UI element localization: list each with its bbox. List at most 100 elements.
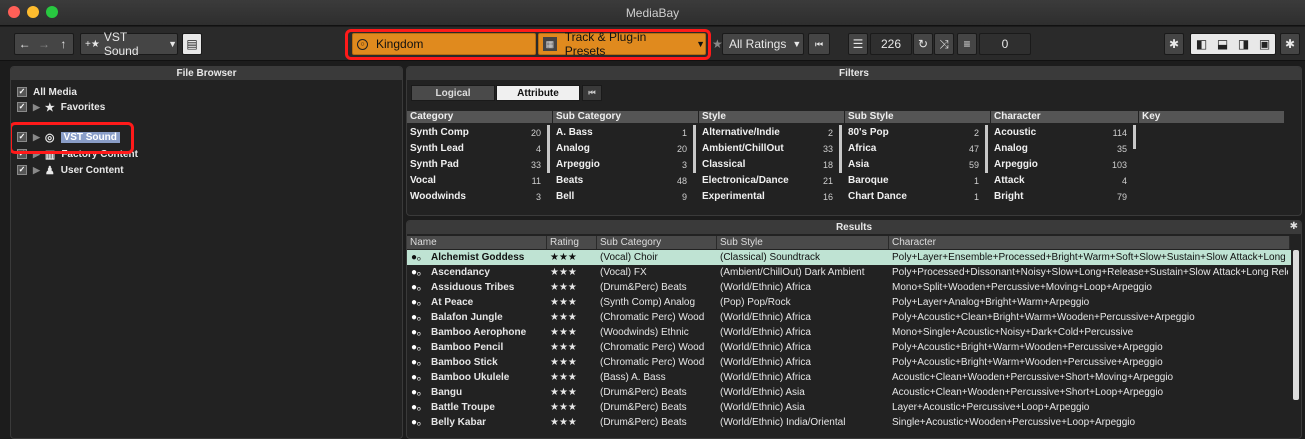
shuffle-button[interactable]: ⤨ — [934, 33, 954, 55]
layout-bottom-icon[interactable]: ⬓ — [1217, 37, 1228, 51]
filter-col-scrollbar[interactable] — [985, 125, 988, 173]
filter-item[interactable]: Synth Pad 33 — [407, 157, 545, 173]
filter-col-header[interactable]: Key — [1139, 111, 1284, 123]
cell-sub-style: (World/Ethnic) Africa — [720, 327, 811, 338]
tab-attribute[interactable]: Attribute — [496, 85, 580, 101]
rating-dropdown[interactable]: All Ratings ▼ — [722, 33, 804, 55]
col-header-sub-style[interactable]: Sub Style — [717, 236, 889, 249]
forward-arrow-icon[interactable]: → — [34, 34, 53, 54]
cell-sub-style: (World/Ethnic) Africa — [720, 282, 811, 293]
settings-button[interactable]: ✱ — [1164, 33, 1184, 55]
filter-item[interactable]: Synth Comp 20 — [407, 125, 545, 141]
filter-item[interactable]: Synth Lead 4 — [407, 141, 545, 157]
tree-item-favorites[interactable]: ✓ ▶ ★ Favorites — [17, 99, 105, 115]
filter-item[interactable]: Africa 47 — [845, 141, 983, 157]
table-row[interactable]: Balafon Jungle ★★★ (Chromatic Perc) Wood (W… — [407, 310, 1291, 325]
table-row[interactable]: Battle Troupe ★★★ (Drum&Perc) Beats (World/… — [407, 400, 1291, 415]
cell-sub-style: (World/Ethnic) Asia — [720, 402, 805, 413]
filter-col-header[interactable]: Style — [699, 111, 844, 123]
filter-item[interactable]: Analog 35 — [991, 141, 1131, 157]
back-arrow-icon[interactable]: ← — [15, 34, 34, 54]
vst-sound-highlight-box — [11, 122, 134, 154]
col-header-sub-category[interactable]: Sub Category — [597, 236, 717, 249]
filter-item[interactable]: Woodwinds 3 — [407, 189, 545, 205]
expand-arrow-icon[interactable]: ▶ — [33, 102, 40, 113]
layout-preview-icon[interactable]: ▣ — [1259, 37, 1270, 51]
layout-left-icon[interactable]: ◧ — [1196, 37, 1207, 51]
filter-item[interactable]: Vocal 11 — [407, 173, 545, 189]
col-header-name[interactable]: Name — [407, 236, 547, 249]
reset-attribute-button[interactable]: ⏮ — [582, 85, 602, 101]
table-row[interactable]: Bamboo Stick ★★★ (Chromatic Perc) Wood (Wor… — [407, 355, 1291, 370]
filter-item[interactable]: Classical 18 — [699, 157, 837, 173]
sort-button[interactable]: ≡ — [957, 33, 977, 55]
gear-icon[interactable]: ✱ — [1290, 221, 1298, 232]
filter-item[interactable]: Experimental 16 — [699, 189, 837, 205]
filter-item[interactable]: Asia 59 — [845, 157, 983, 173]
filter-item[interactable]: Baroque 1 — [845, 173, 983, 189]
user-icon: ♟ — [44, 164, 55, 177]
filter-col-header[interactable]: Category — [407, 111, 552, 123]
table-row[interactable]: Bamboo Ukulele ★★★ (Bass) A. Bass (World/Et… — [407, 370, 1291, 385]
cell-sub-category: (Synth Comp) Analog — [600, 297, 696, 308]
col-header-rating[interactable]: Rating — [547, 236, 597, 249]
filter-item[interactable]: Chart Dance 1 — [845, 189, 983, 205]
filter-item-label: 80's Pop — [848, 127, 889, 138]
filter-item[interactable]: Acoustic 114 — [991, 125, 1131, 141]
reset-filters-button[interactable]: ⏮ — [808, 33, 830, 55]
filter-item-count: 2 — [827, 128, 833, 138]
table-row[interactable]: Assiduous Tribes ★★★ (Drum&Perc) Beats (Wor… — [407, 280, 1291, 295]
folder-browser-button[interactable]: ▤ — [182, 33, 202, 55]
filter-item[interactable]: Bell 9 — [553, 189, 691, 205]
filter-item-count: 9 — [681, 192, 687, 202]
tree-item-all-media[interactable]: ✓ All Media — [17, 84, 77, 100]
filter-item[interactable]: 80's Pop 2 — [845, 125, 983, 141]
filter-col-scrollbar[interactable] — [839, 125, 842, 173]
window-settings-button[interactable]: ✱ — [1280, 33, 1300, 55]
filter-item-count: 47 — [968, 144, 979, 154]
results-scrollbar[interactable] — [1293, 250, 1299, 400]
table-row[interactable]: Bangu ★★★ (Drum&Perc) Beats (World/Ethnic) … — [407, 385, 1291, 400]
cell-sub-style: (World/Ethnic) India/Oriental — [720, 417, 846, 428]
filter-col-header[interactable]: Sub Style — [845, 111, 990, 123]
location-dropdown[interactable]: +★ VST Sound ▼ — [80, 30, 178, 58]
refresh-button[interactable]: ↻ — [913, 33, 933, 55]
table-row[interactable]: Bamboo Aerophone ★★★ (Woodwinds) Ethnic (Wo… — [407, 325, 1291, 340]
filter-item-label: A. Bass — [556, 127, 593, 138]
table-row[interactable]: Alchemist Goddess ★★★ (Vocal) Choir (Classi… — [407, 250, 1291, 265]
preset-icon: ●ₒ — [411, 357, 421, 368]
layout-right-icon[interactable]: ◨ — [1238, 37, 1249, 51]
tab-logical[interactable]: Logical — [411, 85, 495, 101]
filter-item[interactable]: A. Bass 1 — [553, 125, 691, 141]
checkbox[interactable]: ✓ — [17, 87, 27, 97]
list-view-button[interactable]: ☰ — [848, 33, 868, 55]
table-row[interactable]: At Peace ★★★ (Synth Comp) Analog (Pop) Pop/… — [407, 295, 1291, 310]
checkbox[interactable]: ✓ — [17, 165, 27, 175]
filter-col-scrollbar[interactable] — [693, 125, 696, 173]
table-row[interactable]: Ascendancy ★★★ (Vocal) FX (Ambient/ChillOut… — [407, 265, 1291, 280]
table-row[interactable]: Bamboo Pencil ★★★ (Chromatic Perc) Wood (Wo… — [407, 340, 1291, 355]
filter-item[interactable]: Attack 4 — [991, 173, 1131, 189]
preset-icon: ●ₒ — [411, 267, 421, 278]
filter-item[interactable]: Arpeggio 3 — [553, 157, 691, 173]
filter-item[interactable]: Analog 20 — [553, 141, 691, 157]
tree-item-user-content[interactable]: ✓ ▶ ♟ User Content — [17, 162, 124, 178]
filter-col-header[interactable]: Sub Category — [553, 111, 698, 123]
filter-col-scrollbar[interactable] — [547, 125, 550, 173]
filter-item-label: Synth Pad — [410, 159, 459, 170]
cell-sub-style: (World/Ethnic) Africa — [720, 372, 811, 383]
filter-col-scrollbar[interactable] — [1133, 125, 1136, 149]
checkbox[interactable]: ✓ — [17, 102, 27, 112]
table-row[interactable]: Belly Kabar ★★★ (Drum&Perc) Beats (World/Et… — [407, 415, 1291, 430]
filter-item[interactable]: Alternative/Indie 2 — [699, 125, 837, 141]
expand-arrow-icon[interactable]: ▶ — [33, 165, 40, 176]
up-arrow-icon[interactable]: ↑ — [54, 34, 73, 54]
filter-item[interactable]: Beats 48 — [553, 173, 691, 189]
filter-col-header[interactable]: Character — [991, 111, 1138, 123]
filter-item[interactable]: Bright 79 — [991, 189, 1131, 205]
col-header-character[interactable]: Character — [889, 236, 1290, 249]
filter-item[interactable]: Ambient/ChillOut 33 — [699, 141, 837, 157]
filter-item[interactable]: Arpeggio 103 — [991, 157, 1131, 173]
file-browser-panel: File Browser ✓ All Media ✓ ▶ ★ Favorites… — [10, 66, 403, 439]
filter-item[interactable]: Electronica/Dance 21 — [699, 173, 837, 189]
